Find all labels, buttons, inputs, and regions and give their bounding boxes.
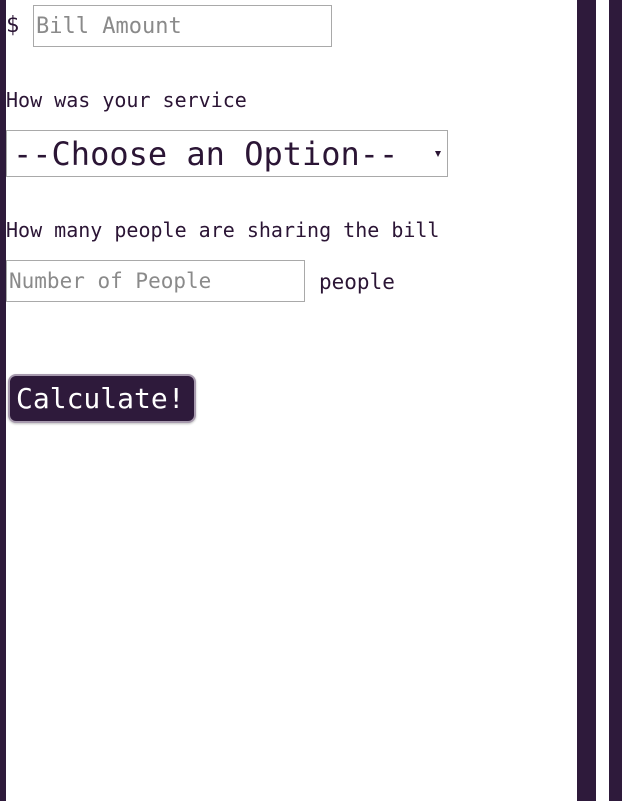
- people-suffix-label: people: [319, 270, 395, 294]
- tip-calculator-page: $ How was your service --Choose an Optio…: [0, 0, 622, 801]
- calculate-button[interactable]: Calculate!: [8, 374, 196, 423]
- people-question-label: How many people are sharing the bill: [6, 218, 440, 242]
- right-outer-bar: [609, 0, 622, 801]
- service-quality-select[interactable]: --Choose an Option--: [6, 130, 448, 177]
- left-border-bar: [0, 0, 6, 801]
- right-border-gap: [596, 0, 609, 801]
- right-border-bar: [577, 0, 596, 801]
- currency-symbol: $: [6, 13, 20, 38]
- bill-amount-input[interactable]: [33, 5, 332, 47]
- service-select-value: --Choose an Option--: [13, 134, 399, 173]
- chevron-down-icon: [435, 150, 441, 157]
- service-question-label: How was your service: [6, 88, 247, 112]
- number-of-people-input[interactable]: [6, 260, 305, 302]
